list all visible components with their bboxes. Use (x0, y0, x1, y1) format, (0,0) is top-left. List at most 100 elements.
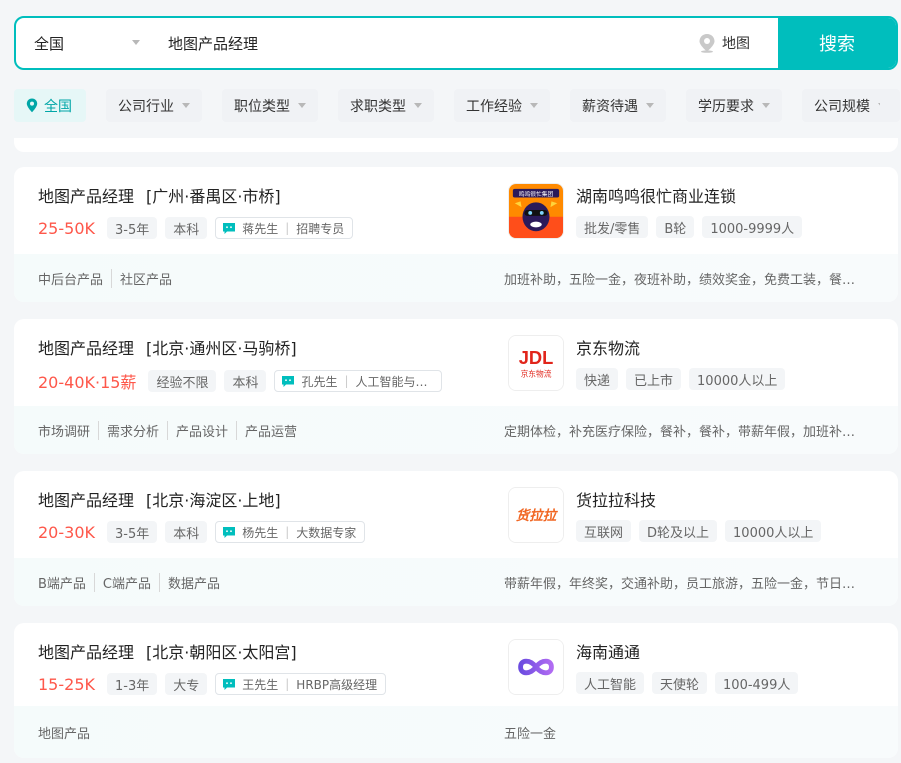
skill-tag: B端产品 (38, 576, 86, 592)
chevron-down-icon (646, 103, 654, 108)
company-logo[interactable]: JDL 京东物流 (508, 335, 564, 391)
company-stage-tag: 天使轮 (652, 672, 708, 694)
map-pin-icon (699, 34, 715, 53)
company-name[interactable]: 京东物流 (576, 335, 640, 359)
filter-label: 工作经验 (466, 98, 522, 115)
benefits-text: 定期体检，补充医疗保险，餐补，餐补，带薪年假，加班补助，五险一金 (504, 424, 859, 440)
filter-experience[interactable]: 工作经验 (454, 89, 550, 122)
experience-tag: 3-5年 (106, 217, 158, 239)
job-name: 地图产品经理 (38, 643, 135, 662)
skill-list: 市场调研 需求分析 产品设计 产品运营 (38, 420, 297, 440)
location-pin-icon (26, 98, 38, 113)
filter-label: 薪资待遇 (582, 98, 638, 115)
filter-more[interactable] (880, 89, 900, 122)
card-footer: B端产品 C端产品 数据产品 带薪年假，年终奖，交通补助，员工旅游，五险一金，节… (14, 558, 898, 606)
job-card[interactable]: 地图产品经理 [北京·海淀区·上地] 20-30K 3-5年 本科 杨先生 | 大数据… (14, 471, 898, 606)
company-name[interactable]: 湖南鸣鸣很忙商业连锁 (576, 183, 736, 207)
skill-tag: 地图产品 (38, 726, 91, 742)
chat-icon (223, 222, 236, 234)
card-footer: 市场调研 需求分析 产品设计 产品运营 定期体检，补充医疗保险，餐补，餐补，带薪… (14, 406, 898, 454)
logo-text: 货拉拉 (516, 508, 559, 524)
company-logo[interactable] (508, 639, 564, 695)
job-meta: 15-25K 1-3年 大专 王先生 | HRBP高级经理 (38, 673, 387, 695)
chat-icon (223, 678, 236, 690)
skill-list: 中后台产品 社区产品 (38, 268, 172, 288)
filter-job-type[interactable]: 职位类型 (222, 89, 318, 122)
recruiter-name: 蒋先生 (242, 221, 279, 236)
recruiter-chat[interactable]: 王先生 | HRBP高级经理 (215, 673, 387, 695)
recruiter-chat[interactable]: 蒋先生 | 招聘专员 (215, 217, 354, 239)
recruiter-chat[interactable]: 孔先生|人工智能与大数据 (274, 370, 443, 392)
search-button[interactable]: 搜索 (778, 18, 896, 68)
degree-tag: 本科 (165, 521, 208, 543)
previous-card-edge (14, 138, 898, 152)
chevron-down-icon (298, 103, 306, 108)
job-salary: 20-30K (38, 522, 95, 542)
chat-icon (223, 526, 236, 538)
map-link-label: 地图 (722, 36, 750, 52)
recruiter-role: HRBP高级经理 (296, 677, 378, 692)
chevron-down-icon (182, 103, 190, 108)
job-location: [北京·朝阳区·太阳宫] (146, 643, 297, 662)
map-link[interactable]: 地图 (688, 18, 778, 68)
chevron-down-icon (530, 103, 538, 108)
filter-industry[interactable]: 公司行业 (106, 89, 202, 122)
job-meta: 25-50K 3-5年 本科 蒋先生 | 招聘专员 (38, 217, 354, 239)
job-title[interactable]: 地图产品经理 [北京·通州区·马驹桥] (38, 335, 297, 359)
filter-label: 求职类型 (350, 98, 406, 115)
job-name: 地图产品经理 (38, 187, 135, 206)
filter-row: 全国 公司行业 职位类型 求职类型 工作经验 薪资待遇 学历要求 公司规模 (14, 89, 898, 122)
filter-education[interactable]: 学历要求 (686, 89, 782, 122)
filter-employment-type[interactable]: 求职类型 (338, 89, 434, 122)
jdl-logo-icon: JDL 京东物流 (509, 336, 563, 390)
filter-label: 公司行业 (118, 98, 174, 115)
company-industry-tag: 快递 (576, 368, 619, 390)
company-tags: 快递 已上市 10000人以上 (576, 368, 786, 390)
skill-tag: 产品设计 (167, 420, 228, 440)
company-industry-tag: 互联网 (576, 520, 632, 542)
company-industry-tag: 批发/零售 (576, 216, 649, 238)
experience-tag: 3-5年 (106, 521, 158, 543)
filter-label: 全国 (44, 98, 72, 115)
chevron-down-icon (132, 40, 140, 45)
job-title[interactable]: 地图产品经理 [北京·海淀区·上地] (38, 487, 281, 511)
city-select[interactable]: 全国 (16, 18, 154, 68)
job-location: [北京·通州区·马驹桥] (146, 339, 297, 358)
benefits-text: 加班补助，五险一金，夜班补助，绩效奖金，免费工装，餐补，带薪年假 (504, 272, 859, 288)
job-card[interactable]: 地图产品经理 [北京·通州区·马驹桥] 20-40K·15薪 经验不限 本科 孔先… (14, 319, 898, 454)
company-tags: 批发/零售 B轮 1000-9999人 (576, 216, 803, 238)
skill-tag: 中后台产品 (38, 272, 104, 288)
skill-tag: 社区产品 (111, 268, 172, 288)
benefits-text: 五险一金 (504, 726, 557, 742)
skill-tag: 产品运营 (236, 420, 297, 440)
filter-salary[interactable]: 薪资待遇 (570, 89, 666, 122)
logo-text: JDL (519, 347, 554, 368)
company-industry-tag: 人工智能 (576, 672, 645, 694)
search-bar: 全国 地图 搜索 (14, 16, 898, 70)
filter-label: 职位类型 (234, 98, 290, 115)
skill-list: 地图产品 (38, 723, 90, 742)
company-size-tag: 10000人以上 (689, 368, 786, 390)
benefits-text: 带薪年假，年终奖，交通补助，员工旅游，五险一金，节日福利 (504, 576, 859, 592)
company-name[interactable]: 海南通通 (576, 639, 640, 663)
company-size-tag: 100-499人 (715, 672, 799, 694)
company-stage-tag: D轮及以上 (639, 520, 718, 542)
job-meta: 20-40K·15薪 经验不限 本科 孔先生|人工智能与大数据 (38, 369, 443, 393)
company-logo[interactable]: 货拉拉 (508, 487, 564, 543)
job-card[interactable]: 地图产品经理 [北京·朝阳区·太阳宫] 15-25K 1-3年 大专 王先生 | HR… (14, 623, 898, 758)
degree-tag: 大专 (165, 673, 208, 695)
company-name[interactable]: 货拉拉科技 (576, 487, 656, 511)
job-title[interactable]: 地图产品经理 [北京·朝阳区·太阳宫] (38, 639, 297, 663)
recruiter-chat[interactable]: 杨先生 | 大数据专家 (215, 521, 366, 543)
job-card[interactable]: 地图产品经理 [广州·番禺区·市桥] 25-50K 3-5年 本科 蒋先生 | 招聘专… (14, 167, 898, 302)
filter-location[interactable]: 全国 (14, 89, 86, 122)
job-title[interactable]: 地图产品经理 [广州·番禺区·市桥] (38, 183, 281, 207)
company-tags: 人工智能 天使轮 100-499人 (576, 672, 799, 694)
skill-tag: C端产品 (93, 572, 151, 592)
filter-label: 学历要求 (698, 98, 754, 115)
company-tags: 互联网 D轮及以上 10000人以上 (576, 520, 822, 542)
job-salary: 15-25K (38, 674, 95, 694)
logo-text: 鸣鸣很忙集团 (519, 190, 554, 198)
company-logo[interactable]: 鸣鸣很忙集团 (508, 183, 564, 239)
search-input[interactable] (154, 18, 688, 68)
